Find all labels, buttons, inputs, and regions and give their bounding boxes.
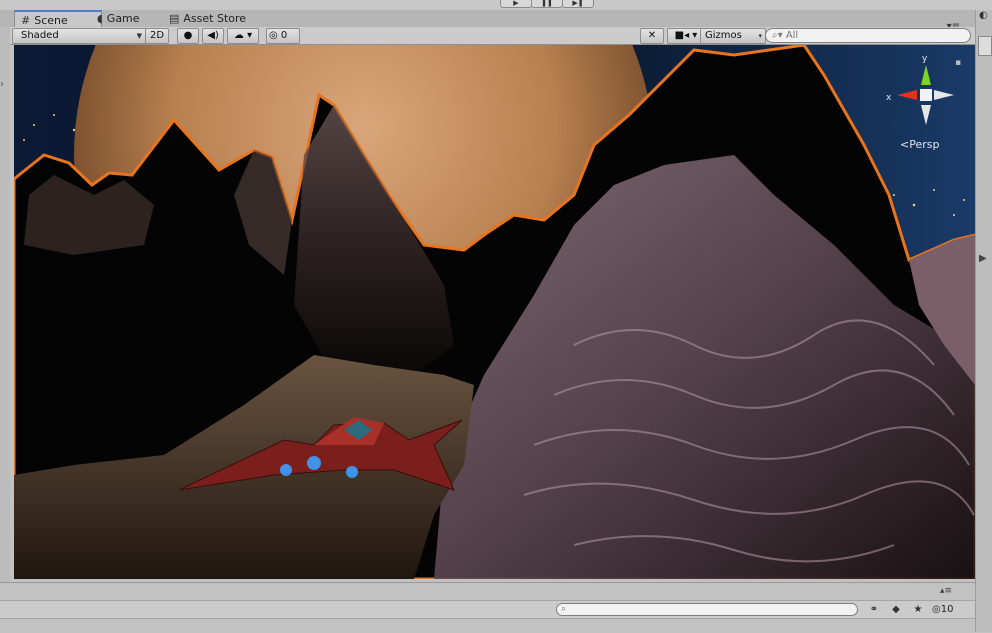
chevron-left-icon: < (900, 138, 910, 151)
filter-by-type-icon[interactable]: ⚭ (866, 603, 882, 616)
effects-dropdown[interactable]: ☁ ▾ (227, 28, 259, 44)
draw-mode-label: Shaded (21, 30, 59, 41)
favorite-star-icon[interactable]: ★ (910, 603, 926, 616)
camera-icon: ■◂ ▾ (674, 30, 698, 41)
chevron-down-icon: ▼ (136, 32, 142, 40)
tab-asset-store[interactable]: ▤ Asset Store (163, 11, 277, 27)
filter-by-label-icon[interactable]: ◆ (888, 603, 904, 616)
lighting-toggle-button[interactable]: ● (177, 28, 199, 44)
play-button[interactable]: ▶ (500, 0, 532, 8)
engine-glow (307, 456, 321, 470)
gizmos-label: Gizmos (705, 30, 742, 41)
audio-toggle-button[interactable]: ◀) (202, 28, 224, 44)
search-placeholder: All (785, 30, 799, 41)
gizmo-center-cube[interactable] (920, 89, 932, 101)
hidden-packages-count: 10 (940, 604, 954, 615)
tab-game[interactable]: ◖ Game (91, 11, 171, 27)
draw-mode-dropdown[interactable]: Shaded ▼ (12, 28, 148, 44)
projection-label: Persp (909, 138, 940, 151)
lock-icon[interactable]: ▴≡ (940, 586, 952, 596)
speaker-icon: ◀) (207, 30, 219, 41)
gizmos-dropdown[interactable]: Gizmos ▾ (700, 28, 766, 44)
lock-icon[interactable]: ▪ (955, 58, 961, 68)
hidden-count: 0 (280, 30, 288, 41)
2d-label: 2D (149, 30, 165, 41)
store-icon: ▤ (169, 12, 180, 25)
project-search-input[interactable]: ⌕ (556, 603, 858, 616)
scene-toolbar: Shaded ▼ 2D ● ◀) ☁ ▾ ◎ 0 ✕ ■◂ ▾ Gizmos ▾… (10, 27, 975, 45)
step-button[interactable]: ▶❚ (562, 0, 594, 8)
engine-glow (346, 466, 358, 478)
collapse-arrow-icon[interactable]: › (0, 79, 4, 90)
bottom-toolbar: ⌕ ⚭ ◆ ★ ◎10 (0, 600, 975, 619)
chevron-down-icon: ▾ (758, 32, 762, 40)
tab-bar: # Scene ◖ Game ▤ Asset Store ▾≡ (0, 10, 980, 32)
scene-viewport[interactable]: x y ▪ (14, 45, 975, 579)
right-panel-strip: ◐ ▶ (975, 10, 992, 632)
search-icon: ⌕ (561, 604, 567, 614)
lightbulb-icon: ● (183, 30, 193, 41)
wrench-icon: ✕ (647, 30, 657, 41)
search-icon: ⌕▾ (772, 30, 783, 41)
pacman-icon: ◖ (97, 12, 103, 25)
pause-button[interactable]: ❚❚ (531, 0, 563, 8)
tab-label: Game (106, 12, 140, 25)
engine-glow (280, 464, 292, 476)
tab-label: Asset Store (183, 12, 247, 25)
hidden-packages-toggle[interactable]: ◎10 (932, 603, 953, 616)
y-axis-label: y (922, 54, 928, 64)
eye-slash-icon: ◎ (269, 30, 278, 41)
scene-render[interactable]: x y ▪ (14, 45, 975, 579)
play-controls-strip: ▶ ❚❚ ▶❚ (0, 0, 992, 10)
left-panel-strip: › (0, 27, 10, 583)
scene-search-input[interactable]: ⌕▾ All (765, 28, 971, 43)
projection-toggle[interactable]: <Persp (900, 138, 939, 151)
panel-icon: ◐ (979, 10, 988, 21)
inspector-preview-box (978, 36, 992, 56)
eye-slash-icon: ◎ (932, 604, 941, 615)
expand-arrow-icon[interactable]: ▶ (979, 253, 987, 264)
scene-tools-button[interactable]: ✕ (640, 28, 664, 44)
x-axis-label: x (886, 93, 892, 103)
hidden-objects-toggle[interactable]: ◎ 0 (266, 28, 300, 44)
effects-icon: ☁ ▾ (233, 30, 253, 41)
2d-toggle-button[interactable]: 2D (145, 28, 169, 44)
